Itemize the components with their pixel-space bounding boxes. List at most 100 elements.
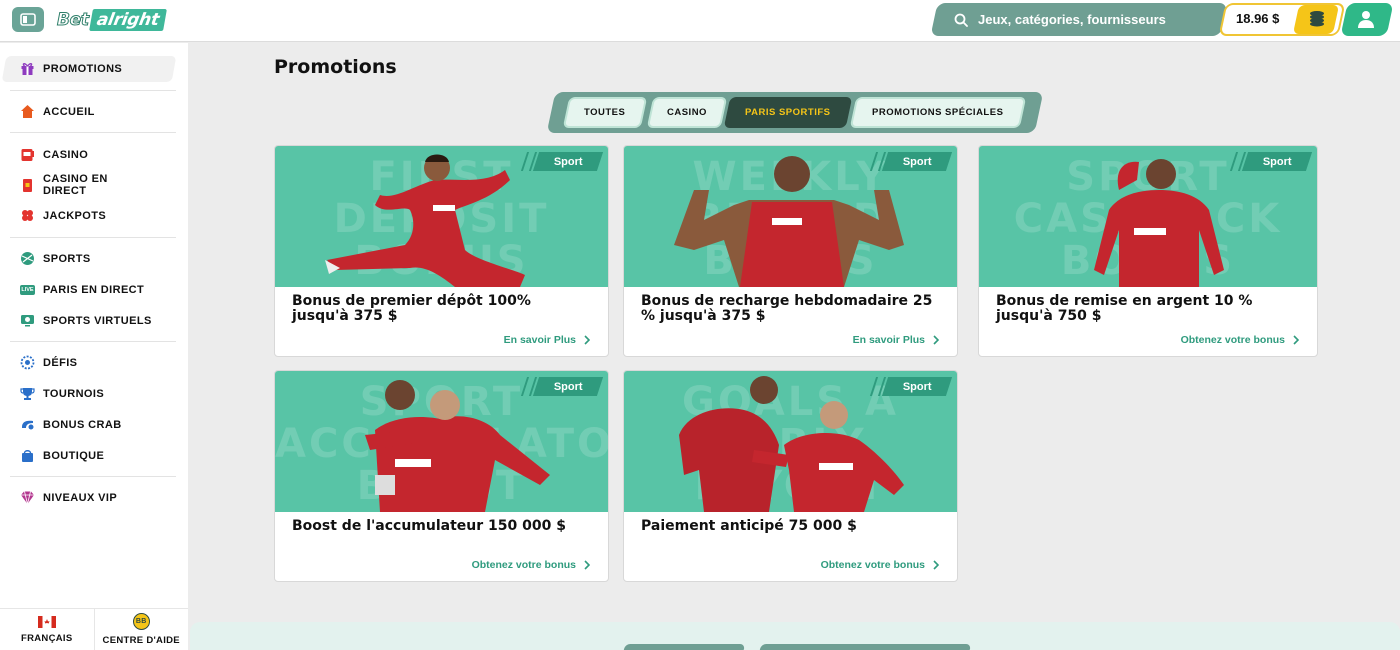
tab-label: PROMOTIONS SPÉCIALES: [872, 107, 1004, 118]
link-label: Obtenez votre bonus: [1180, 334, 1285, 346]
tab-label: PARIS SPORTIFS: [745, 107, 831, 118]
sidebar-item-label: DÉFIS: [43, 356, 78, 369]
sidebar-item-niveaux-vip[interactable]: NIVEAUX VIP: [20, 490, 117, 505]
trophy-icon: [20, 386, 35, 401]
promo-card-link[interactable]: En savoir Plus: [504, 334, 590, 346]
sidebar-item-label: PARIS EN DIRECT: [43, 283, 145, 296]
link-label: En savoir Plus: [852, 334, 925, 346]
promo-card-image: FIRST DEPOSIT BONUS Sport: [275, 146, 608, 287]
sidebar-item-label: ACCUEIL: [43, 105, 95, 118]
home-icon: [20, 104, 35, 119]
top-bar: Bet alright Jeux, catégories, fournisseu…: [0, 0, 1400, 42]
promo-card-image: SPORT CASHBACK BONUS Sport: [979, 146, 1317, 287]
sidebar-divider: [10, 237, 176, 238]
promo-card-link[interactable]: Obtenez votre bonus: [472, 559, 590, 571]
sidebar-footer: FRANÇAIS BB CENTRE D'AIDE: [0, 608, 188, 650]
sidebar-item-tournois[interactable]: TOURNOIS: [20, 386, 104, 401]
clover-icon: [20, 208, 35, 223]
search-placeholder: Jeux, catégories, fournisseurs: [978, 12, 1166, 27]
promo-card-link[interactable]: En savoir Plus: [853, 334, 939, 346]
ball-icon: [20, 251, 35, 266]
sidebar-item-label: BOUTIQUE: [43, 449, 105, 462]
gift-icon: [20, 61, 35, 76]
chevron-right-icon: [933, 335, 939, 345]
user-icon: [1358, 11, 1374, 28]
sidebar-item-label: JACKPOTS: [43, 209, 107, 222]
sidebar-item-casino-en-direct[interactable]: CASINO EN DIRECT: [20, 173, 133, 197]
sidebar-item-label: SPORTS: [43, 252, 91, 265]
search-input[interactable]: Jeux, catégories, fournisseurs: [954, 3, 1166, 36]
promo-card-link[interactable]: Obtenez votre bonus: [1181, 334, 1299, 346]
promo-card-link[interactable]: Obtenez votre bonus: [821, 559, 939, 571]
link-label: Obtenez votre bonus: [820, 559, 925, 571]
badge-label: Sport: [902, 155, 932, 168]
logo[interactable]: Bet alright: [57, 8, 167, 31]
sport-badge: Sport: [1229, 152, 1313, 171]
sidebar-item-sports[interactable]: SPORTS: [20, 251, 91, 266]
tab-casino[interactable]: CASINO: [646, 97, 728, 128]
search-icon: [954, 13, 968, 27]
link-label: En savoir Plus: [503, 334, 576, 346]
promo-card-title: Bonus de recharge hebdomadaire 25 % jusq…: [641, 293, 933, 324]
crab-icon: [20, 417, 35, 432]
footer-pill: [622, 644, 746, 650]
badge-label: Sport: [553, 380, 583, 393]
badge-label: Sport: [1262, 155, 1292, 168]
promo-card[interactable]: FIRST DEPOSIT BONUS Sport Bonus de premi…: [274, 145, 609, 357]
tab-label: CASINO: [667, 107, 707, 118]
tab-toutes[interactable]: TOUTES: [562, 97, 648, 128]
sport-badge: Sport: [520, 152, 604, 171]
promo-card-title: Boost de l'accumulateur 150 000 $: [292, 518, 566, 534]
chevron-right-icon: [933, 560, 939, 570]
sidebar-item-boutique[interactable]: BOUTIQUE: [20, 448, 104, 463]
sidebar-item-casino[interactable]: CASINO: [20, 147, 88, 162]
sidebar-item-paris-en-direct[interactable]: LIVE PARIS EN DIRECT: [20, 282, 144, 297]
tab-paris-sportifs[interactable]: PARIS SPORTIFS: [723, 97, 853, 128]
sidebar-item-label: NIVEAUX VIP: [43, 491, 118, 504]
player-illustration: [1094, 159, 1224, 287]
badge-label: Sport: [902, 380, 932, 393]
live-cards-icon: [20, 178, 35, 193]
sidebar-item-defis[interactable]: DÉFIS: [20, 355, 77, 370]
sidebar-item-bonus-crab[interactable]: BONUS CRAB: [20, 417, 122, 432]
sidebar-item-jackpots[interactable]: JACKPOTS: [20, 208, 106, 223]
logo-bet-text: Bet: [57, 9, 90, 30]
sidebar-item-promotions[interactable]: PROMOTIONS: [20, 61, 122, 76]
help-center-icon: BB: [132, 613, 150, 630]
help-center-link[interactable]: BB CENTRE D'AIDE: [93, 609, 189, 650]
promo-card[interactable]: GOALS A EARLY PAYOUT Sport Paiement anti…: [623, 370, 958, 582]
challenge-icon: [20, 355, 35, 370]
promo-card-image: WEEKLY RELOAD BONUS Sport: [624, 146, 957, 287]
sidebar: PROMOTIONS ACCUEIL CASINO CASINO EN DIRE…: [0, 43, 188, 650]
sidebar-item-sports-virtuels[interactable]: SPORTS VIRTUELS: [20, 313, 152, 328]
sidebar-item-accueil[interactable]: ACCUEIL: [20, 104, 95, 119]
promo-card[interactable]: WEEKLY RELOAD BONUS Sport Bonus de recha…: [623, 145, 958, 357]
coins-icon: [1310, 11, 1324, 27]
shop-icon: [20, 448, 35, 463]
language-label: FRANÇAIS: [21, 632, 73, 644]
page-title: Promotions: [274, 56, 397, 78]
sidebar-item-label: CASINO: [43, 148, 89, 161]
link-label: Obtenez votre bonus: [471, 559, 576, 571]
promo-card-image: SPORT ACCUMULATOR BOOST Sport: [275, 371, 608, 512]
help-center-label: CENTRE D'AIDE: [102, 635, 180, 646]
canada-flag-icon: [37, 615, 56, 628]
chevron-right-icon: [584, 560, 590, 570]
logo-alright-text: alright: [88, 8, 167, 31]
sidebar-toggle-button[interactable]: [12, 7, 44, 32]
promo-card-title: Bonus de premier dépôt 100% jusqu'à 375 …: [292, 293, 531, 324]
live-badge-text: LIVE: [20, 284, 35, 295]
promo-card[interactable]: SPORT CASHBACK BONUS Sport Bonus de remi…: [978, 145, 1318, 357]
footer-pill: [758, 644, 972, 650]
sidebar-divider: [10, 132, 176, 133]
sport-badge: Sport: [869, 377, 953, 396]
promo-card[interactable]: SPORT ACCUMULATOR BOOST Sport Boost de l…: [274, 370, 609, 582]
chevron-right-icon: [584, 335, 590, 345]
tab-promotions-speciales[interactable]: PROMOTIONS SPÉCIALES: [849, 97, 1027, 128]
sidebar-item-label: BONUS CRAB: [43, 418, 122, 431]
sidebar-item-label: SPORTS VIRTUELS: [43, 314, 152, 327]
chevron-right-icon: [1293, 335, 1299, 345]
language-selector[interactable]: FRANÇAIS: [0, 609, 94, 650]
sidebar-divider: [10, 476, 176, 477]
sidebar-item-label: TOURNOIS: [43, 387, 105, 400]
